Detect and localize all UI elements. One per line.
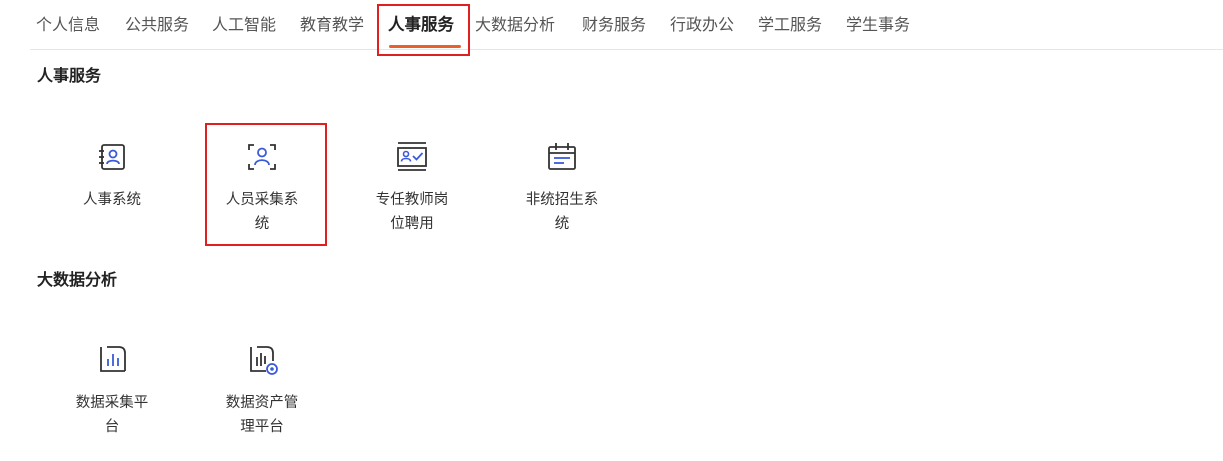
tab-student-work[interactable]: 学工服务 [758, 13, 822, 37]
person-scan-icon [248, 144, 276, 170]
tab-public-services[interactable]: 公共服务 [125, 13, 189, 37]
bar-chart-icon [100, 346, 126, 372]
app-data-asset-management-platform[interactable]: 数据资产管理平台 [202, 327, 322, 447]
app-label: 数据采集平台 [75, 395, 149, 435]
app-label: 非统招生系统 [525, 192, 599, 232]
app-teacher-post-employment[interactable]: 专任教师岗位聘用 [352, 124, 472, 244]
app-label: 人事系统 [83, 192, 141, 208]
active-tab-underline [389, 45, 461, 48]
tab-education[interactable]: 教育教学 [300, 13, 364, 37]
app-personnel-collection-system[interactable]: 人员采集系统 [202, 124, 322, 244]
section-title-big-data: 大数据分析 [37, 270, 118, 289]
calendar-list-icon [548, 143, 576, 170]
app-label: 专任教师岗位聘用 [375, 192, 449, 232]
tab-hr-services[interactable]: 人事服务 [388, 13, 454, 37]
app-label: 人员采集系统 [225, 192, 299, 232]
tab-ai[interactable]: 人工智能 [212, 13, 276, 37]
app-data-collection-platform[interactable]: 数据采集平台 [52, 327, 172, 447]
tab-personal-info[interactable]: 个人信息 [36, 13, 100, 37]
tab-finance[interactable]: 财务服务 [582, 13, 646, 37]
person-card-icon [99, 144, 125, 170]
tab-student-affairs[interactable]: 学生事务 [846, 13, 910, 37]
app-non-unified-enrollment-system[interactable]: 非统招生系统 [502, 124, 622, 244]
app-hr-system[interactable]: 人事系统 [52, 124, 172, 244]
app-label: 数据资产管理平台 [225, 395, 299, 435]
bar-chart-gear-icon [250, 346, 278, 375]
category-tab-bar: 个人信息 公共服务 人工智能 教育教学 人事服务 大数据分析 财务服务 行政办公… [30, 0, 1223, 50]
section-title-hr: 人事服务 [37, 66, 102, 85]
tab-big-data[interactable]: 大数据分析 [475, 13, 555, 37]
person-board-check-icon [397, 142, 427, 171]
tab-admin-office[interactable]: 行政办公 [670, 13, 734, 37]
